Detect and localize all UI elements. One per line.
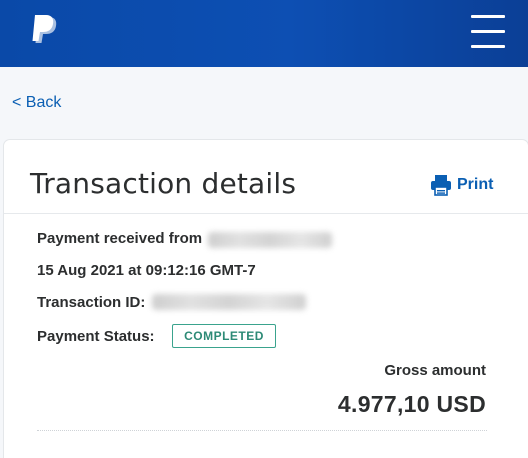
gross-amount-label: Gross amount [384, 362, 486, 379]
redacted-transaction-id [152, 294, 306, 310]
payment-status-label: Payment Status: [37, 328, 155, 345]
status-badge: COMPLETED [172, 324, 276, 348]
print-button[interactable]: Print [430, 173, 493, 197]
paypal-logo-icon[interactable] [30, 15, 60, 47]
top-navigation-bar [0, 0, 528, 67]
divider [37, 430, 487, 431]
transaction-id-label: Transaction ID: [37, 294, 146, 311]
printer-icon [431, 175, 451, 196]
redacted-sender [208, 232, 332, 248]
hamburger-menu-icon[interactable] [471, 15, 505, 49]
back-link[interactable]: < Back [12, 94, 61, 112]
divider [4, 213, 528, 214]
gross-amount-value: 4.977,10 USD [337, 391, 486, 417]
payment-received-label: Payment received from [37, 230, 203, 247]
transaction-date: 15 Aug 2021 at 09:12:16 GMT-7 [37, 262, 256, 279]
print-label: Print [457, 176, 494, 193]
page-title: Transaction details [30, 167, 297, 200]
transaction-details-card: Transaction details Print Payment receiv… [4, 140, 528, 458]
